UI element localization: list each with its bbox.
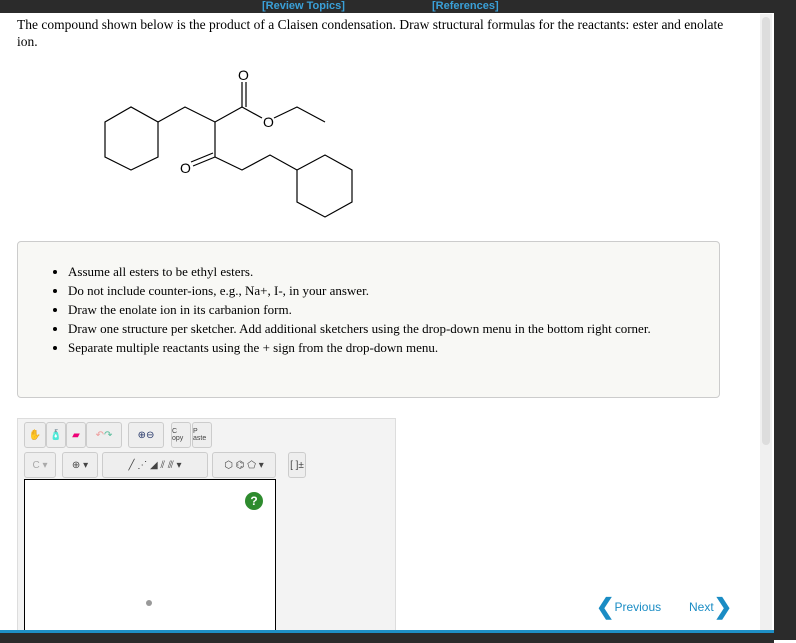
next-label: Next bbox=[689, 600, 714, 614]
instruction-item: Draw the enolate ion in its carbanion fo… bbox=[68, 302, 719, 318]
svg-text:O: O bbox=[263, 114, 274, 130]
ring-tools[interactable]: ⬡ ⌬ ⬠ ▾ bbox=[212, 452, 276, 478]
copy-button[interactable]: C opy bbox=[171, 422, 191, 448]
eraser-icon[interactable]: ▰ bbox=[66, 422, 86, 448]
help-icon[interactable]: ? bbox=[245, 492, 263, 510]
instruction-item: Draw one structure per sketcher. Add add… bbox=[68, 321, 719, 337]
chevron-left-icon: ❮ bbox=[596, 594, 615, 619]
right-panel bbox=[774, 0, 796, 640]
instructions-box: Assume all esters to be ethyl esters. Do… bbox=[17, 241, 720, 398]
scrollbar-thumb[interactable] bbox=[762, 17, 770, 445]
undo-redo-icon[interactable]: ↶ ↷ bbox=[86, 422, 122, 448]
svg-text:O: O bbox=[180, 160, 191, 176]
paste-button[interactable]: P aste bbox=[192, 422, 212, 448]
chevron-right-icon: ❯ bbox=[713, 594, 733, 619]
references-link[interactable]: [References] bbox=[432, 0, 499, 13]
clear-icon[interactable]: 🧴 bbox=[46, 422, 66, 448]
previous-button[interactable]: ❮Previous bbox=[596, 594, 661, 620]
molecule-structure: O O O bbox=[104, 67, 353, 218]
bottom-bar bbox=[0, 630, 774, 643]
next-button[interactable]: Next❯ bbox=[689, 594, 732, 620]
atom-label: C bbox=[32, 459, 40, 471]
instruction-item: Assume all esters to be ethyl esters. bbox=[68, 264, 719, 280]
svg-text:O: O bbox=[238, 67, 249, 83]
charge-dropdown[interactable]: ⊕ ▾ bbox=[62, 452, 98, 478]
previous-label: Previous bbox=[614, 600, 662, 614]
instruction-item: Do not include counter-ions, e.g., Na+, … bbox=[68, 283, 719, 299]
hand-tool-icon[interactable]: ✋ bbox=[24, 422, 46, 448]
page-dot bbox=[146, 600, 152, 606]
bond-tools[interactable]: ╱ ⋰ ◢ ⫽ ⫻ ▾ bbox=[102, 452, 208, 478]
instruction-item: Separate multiple reactants using the + … bbox=[68, 340, 719, 356]
sketch-canvas[interactable] bbox=[24, 479, 276, 642]
zoom-icon[interactable]: ⊕⊖ bbox=[128, 422, 164, 448]
bracket-button[interactable]: [ ]± bbox=[288, 452, 306, 478]
atom-dropdown[interactable]: C ▾ bbox=[24, 452, 56, 478]
